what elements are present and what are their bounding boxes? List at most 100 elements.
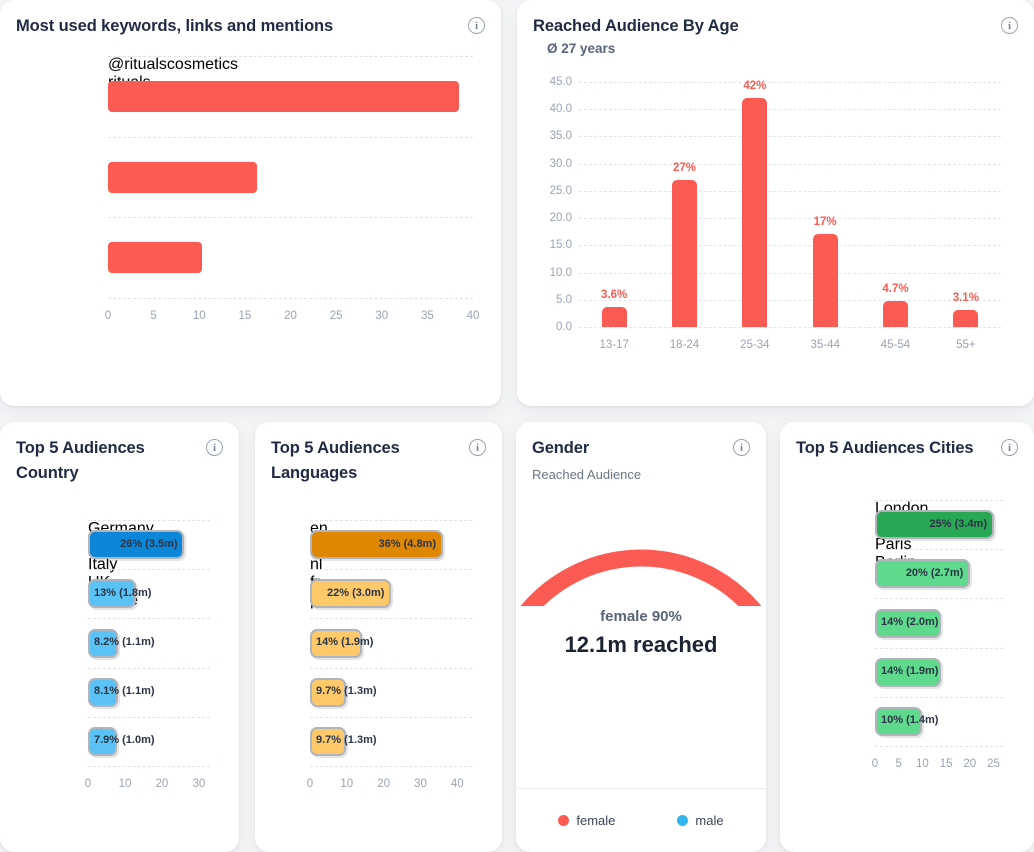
x-axis-tick: 10 [192,310,206,322]
y-axis-tick: 25.0 [549,184,572,197]
x-axis-tick: 20 [284,310,297,322]
x-axis-tick: 30 [414,778,427,790]
card-reached-audience-by-age: Reached Audience By Age i Ø 27 years 0.0… [517,0,1034,406]
x-axis-tick: 0 [84,778,92,790]
bar[interactable] [108,80,460,112]
bar[interactable] [88,726,118,756]
x-axis-tick: 10 [118,778,132,790]
info-icon[interactable]: i [733,439,750,456]
bar[interactable] [310,726,346,756]
grid-line [875,598,1003,600]
bar[interactable] [875,559,970,589]
legend-dot-male-icon [677,815,689,826]
grid-lines [875,500,1003,788]
grid-line [88,618,210,620]
country-bar-chart: Germany26% (3.5m)Netherlands13% (1.8m)It… [84,520,210,808]
bar[interactable] [88,628,119,658]
x-axis-tick: 5 [150,310,157,322]
bar[interactable] [875,510,994,540]
legend-label-female: female [576,813,616,828]
x-axis-tick: 30 [375,310,389,322]
keywords-bar-chart: @ritualscosmeticsrituals#theritualofkarm… [104,56,479,338]
info-icon[interactable]: i [206,439,223,456]
y-axis-tick: 40.0 [549,103,572,116]
bar[interactable] [812,234,838,327]
bar[interactable] [875,706,923,736]
info-icon[interactable]: i [1001,17,1018,34]
gender-donut-chart [516,496,766,606]
info-icon[interactable]: i [1001,439,1018,456]
legend-label-male: male [695,813,724,828]
cities-bar-chart: London25% (3.4m)Amsterdam20% (2.7m)Paris… [871,500,1003,788]
bar[interactable] [108,242,202,274]
card-top-audiences-cities: Top 5 Audiences Cities i London 25% (3.4m… [780,422,1034,852]
bar[interactable] [310,628,362,658]
grid-line [579,82,1001,83]
grid-line [310,520,472,521]
grid-line [310,618,472,620]
bar[interactable] [88,530,185,560]
donut-slice-female[interactable] [516,549,766,606]
card-title-languages: Top 5 Audiences Languages [271,439,400,482]
grid-line [579,327,1001,328]
bar[interactable] [88,579,137,609]
grid-line [579,245,1001,247]
gender-reached-value: 12.1m reached [564,632,718,657]
x-axis-tick: 20 [963,758,977,770]
bar[interactable] [601,307,627,327]
bar[interactable] [875,657,942,687]
x-axis-tick: 25 [329,310,343,322]
grid-line [310,667,472,669]
bar[interactable] [742,98,768,327]
gender-summary: female 90% 12.1m reached [516,608,766,658]
y-axis-tick: 5.0 [556,293,572,306]
gender-subtitle: Reached Audience [532,466,642,482]
x-axis-tick: 45-54 [880,339,911,351]
gender-body: Gender i Reached Audience female 90% 12.… [516,422,766,852]
info-icon[interactable]: i [468,17,485,34]
bar[interactable] [88,677,118,707]
info-icon[interactable]: i [469,439,486,456]
bar[interactable] [875,608,942,638]
bar[interactable] [310,677,346,707]
x-axis-tick: 30 [192,778,206,790]
x-axis-tick: 20 [155,778,169,790]
bar[interactable] [108,161,257,193]
y-axis-tick: 30.0 [549,157,572,170]
legend-item-male[interactable]: male [677,813,724,828]
bar[interactable] [672,180,697,327]
card-title-cities: Top 5 Audiences Cities [796,439,974,457]
gender-legend: female male [516,788,766,852]
bar[interactable] [310,530,443,560]
grid-line [579,218,1001,220]
x-axis-tick: 0 [871,758,879,770]
bar[interactable] [310,579,391,609]
x-axis-tick: 0 [104,310,112,322]
age-bar-chart: 0.0 5.0 10.0 15.0 20.0 25.0 30.0 35.0 40.0 45.0 3.… [550,76,1001,357]
x-axis-tick: 13-17 [599,339,629,351]
card-title-age: Reached Audience By Age [533,17,739,35]
y-axis-tick: 45.0 [549,76,572,88]
x-axis-tick: 40 [450,778,464,790]
grid-line [579,299,1001,301]
bar-value-label: 3.6% [601,289,628,302]
grid-lines: 0.0 5.0 10.0 15.0 20.0 25.0 30.0 35.0 40.0 45.0 [550,76,1001,333]
card-header: Gender i [516,422,766,461]
bar-value-label: 3.1% [952,292,979,305]
x-axis-tick: 10 [340,778,354,790]
bar[interactable] [883,301,908,327]
grid-lines [88,520,210,808]
x-axis-tick: 35-44 [810,339,840,351]
x-axis-tick: 40 [466,310,480,322]
x-axis-tick: 55+ [956,339,976,351]
legend-item-female[interactable]: female [558,813,615,828]
card-header: Most used keywords, links and mentions i [0,0,501,39]
bar[interactable] [953,310,979,327]
y-axis-tick: 10.0 [549,266,572,279]
grid-line [108,217,473,219]
grid-line [88,766,210,767]
y-axis-tick: 20.0 [549,212,572,225]
grid-line [108,136,473,138]
bar-value-label: 4.7% [882,283,909,296]
y-axis-tick: 0.0 [556,321,572,333]
